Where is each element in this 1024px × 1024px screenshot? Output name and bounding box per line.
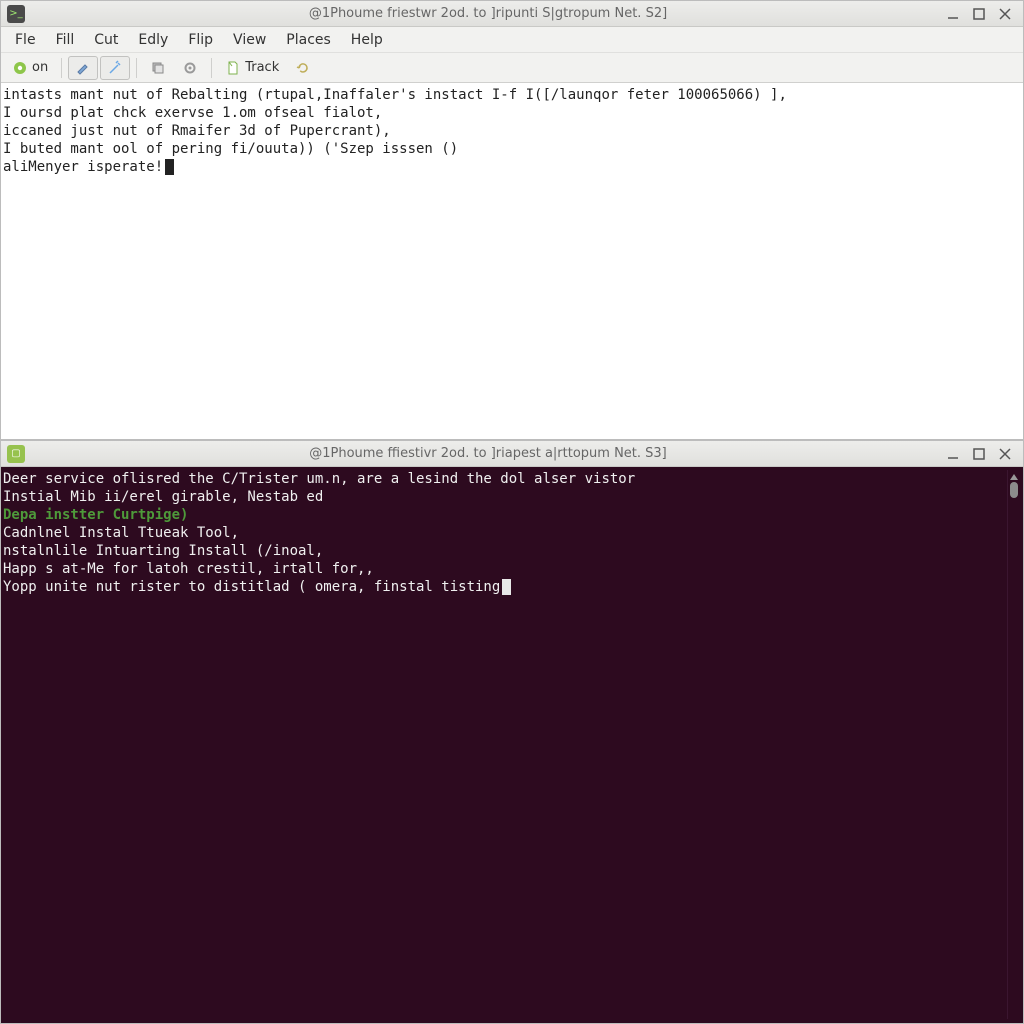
tool-layers-button[interactable] bbox=[143, 56, 173, 80]
document-icon bbox=[225, 60, 241, 76]
power-icon bbox=[12, 60, 28, 76]
menu-file[interactable]: Fle bbox=[5, 28, 46, 52]
bottom-window-controls bbox=[945, 446, 1017, 462]
gear-icon bbox=[182, 60, 198, 76]
terminal-line: Instial Mib ii/erel girable, Nestab ed bbox=[3, 488, 1007, 506]
top-menubar: Fle Fill Cut Edly Flip View Places Help bbox=[1, 27, 1023, 53]
layers-icon bbox=[150, 60, 166, 76]
wand-icon bbox=[107, 60, 123, 76]
toolbar-separator-2 bbox=[136, 58, 137, 78]
top-titlebar[interactable]: >_ @1Phoume friestwr 2od. to ]ripunti S|… bbox=[1, 1, 1023, 27]
status-on-button[interactable]: on bbox=[5, 56, 55, 80]
terminal-line: I buted mant ool of pering fi/ouuta)) ('… bbox=[3, 140, 1019, 158]
terminal-app-icon: ▢ bbox=[7, 445, 25, 463]
refresh-button[interactable] bbox=[288, 56, 318, 80]
bottom-window-title: @1Phoume ffiestivr 2od. to ]riapest a|rt… bbox=[31, 446, 945, 461]
close-button[interactable] bbox=[997, 446, 1013, 462]
track-button[interactable]: Track bbox=[218, 56, 286, 80]
terminal-line: Deer service oflisred the C/Trister um.n… bbox=[3, 470, 1007, 488]
toolbar-separator bbox=[61, 58, 62, 78]
menu-view[interactable]: View bbox=[223, 28, 276, 52]
minimize-button[interactable] bbox=[945, 6, 961, 22]
top-toolbar: on Track bbox=[1, 53, 1023, 83]
top-window-controls bbox=[945, 6, 1017, 22]
top-terminal-area[interactable]: intasts mant nut of Rebalting (rtupal,In… bbox=[1, 83, 1023, 439]
vertical-scrollbar[interactable] bbox=[1007, 470, 1019, 1019]
brush-icon bbox=[75, 60, 91, 76]
menu-cut[interactable]: Cut bbox=[84, 28, 128, 52]
terminal-line: Depa instter Curtpige) bbox=[3, 506, 1007, 524]
terminal-line: intasts mant nut of Rebalting (rtupal,In… bbox=[3, 86, 1019, 104]
terminal-line: Happ s at-Me for latoh crestil, irtall f… bbox=[3, 560, 1007, 578]
cursor-block bbox=[502, 579, 511, 595]
close-button[interactable] bbox=[997, 6, 1013, 22]
toolbar-separator-3 bbox=[211, 58, 212, 78]
minimize-button[interactable] bbox=[945, 446, 961, 462]
bottom-titlebar[interactable]: ▢ @1Phoume ffiestivr 2od. to ]riapest a|… bbox=[1, 441, 1023, 467]
terminal-line: aliMenyer isperate! bbox=[3, 158, 1019, 176]
track-button-label: Track bbox=[245, 60, 279, 75]
status-on-label: on bbox=[32, 60, 48, 75]
cursor-block bbox=[165, 159, 174, 175]
terminal-line: nstalnlile Intuarting Install (/inoal, bbox=[3, 542, 1007, 560]
tool-wand-button[interactable] bbox=[100, 56, 130, 80]
maximize-button[interactable] bbox=[971, 6, 987, 22]
menu-places[interactable]: Places bbox=[276, 28, 341, 52]
terminal-line: I oursd plat chck exervse 1.om ofseal fi… bbox=[3, 104, 1019, 122]
terminal-app-icon: >_ bbox=[7, 5, 25, 23]
menu-edly[interactable]: Edly bbox=[128, 28, 178, 52]
terminal-line: iccaned just nut of Rmaifer 3d of Puperc… bbox=[3, 122, 1019, 140]
top-window-title: @1Phoume friestwr 2od. to ]ripunti S|gtr… bbox=[31, 6, 945, 21]
terminal-line: Yopp unite nut rister to distitlad ( ome… bbox=[3, 578, 1007, 596]
terminal-line: Cadnlnel Instal Ttueak Tool, bbox=[3, 524, 1007, 542]
menu-flip[interactable]: Flip bbox=[178, 28, 223, 52]
scroll-up-arrow-icon[interactable] bbox=[1010, 472, 1018, 480]
maximize-button[interactable] bbox=[971, 446, 987, 462]
refresh-icon bbox=[295, 60, 311, 76]
bottom-terminal-area[interactable]: Deer service oflisred the C/Trister um.n… bbox=[1, 467, 1023, 1023]
tool-brush-button[interactable] bbox=[68, 56, 98, 80]
bottom-window: ▢ @1Phoume ffiestivr 2od. to ]riapest a|… bbox=[0, 440, 1024, 1024]
scrollbar-thumb[interactable] bbox=[1010, 482, 1018, 498]
top-window: >_ @1Phoume friestwr 2od. to ]ripunti S|… bbox=[0, 0, 1024, 440]
menu-help[interactable]: Help bbox=[341, 28, 393, 52]
tool-gear-button[interactable] bbox=[175, 56, 205, 80]
menu-fill[interactable]: Fill bbox=[46, 28, 85, 52]
